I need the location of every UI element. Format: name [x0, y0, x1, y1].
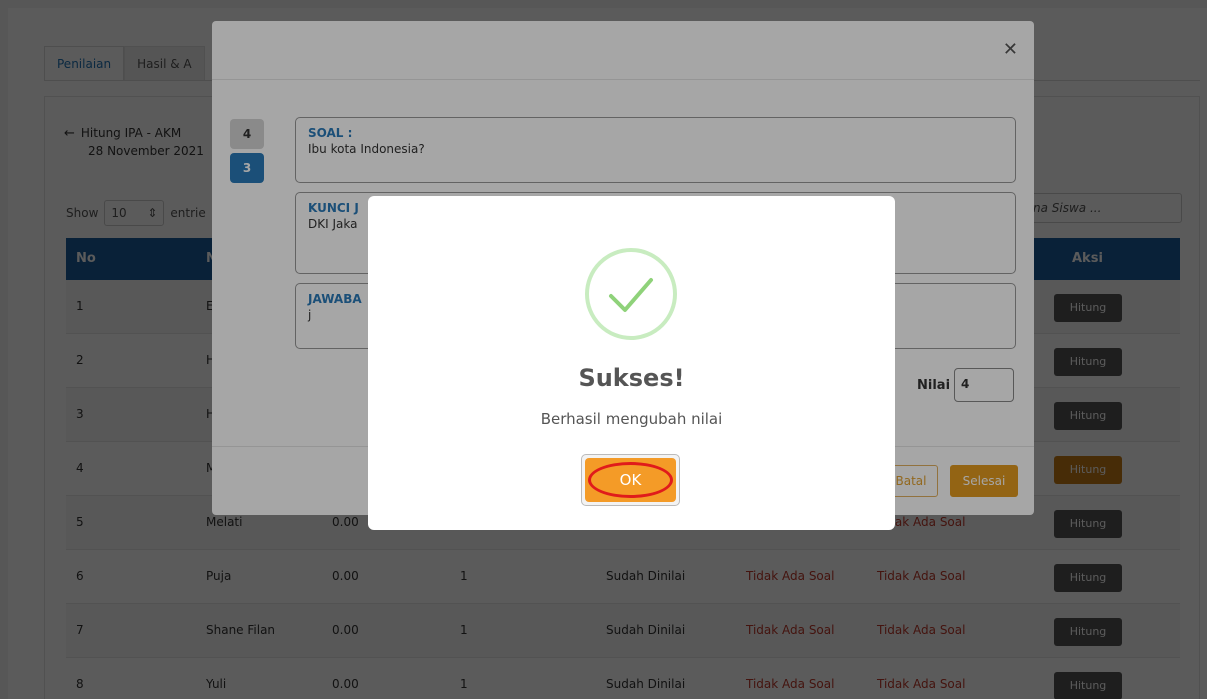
alert-text: Berhasil mengubah nilai — [540, 410, 723, 428]
success-alert: Sukses! Berhasil mengubah nilai OK — [368, 196, 895, 530]
ok-button-face[interactable]: OK — [585, 458, 676, 502]
ok-label: OK — [619, 471, 642, 489]
page-background: Penilaian Hasil & A ← Hitung IPA - AKM 28… — [0, 0, 1207, 699]
success-check-icon — [585, 248, 677, 340]
alert-title: Sukses! — [578, 364, 685, 392]
check-mark-icon — [609, 278, 653, 312]
ok-button[interactable]: OK — [581, 454, 680, 506]
